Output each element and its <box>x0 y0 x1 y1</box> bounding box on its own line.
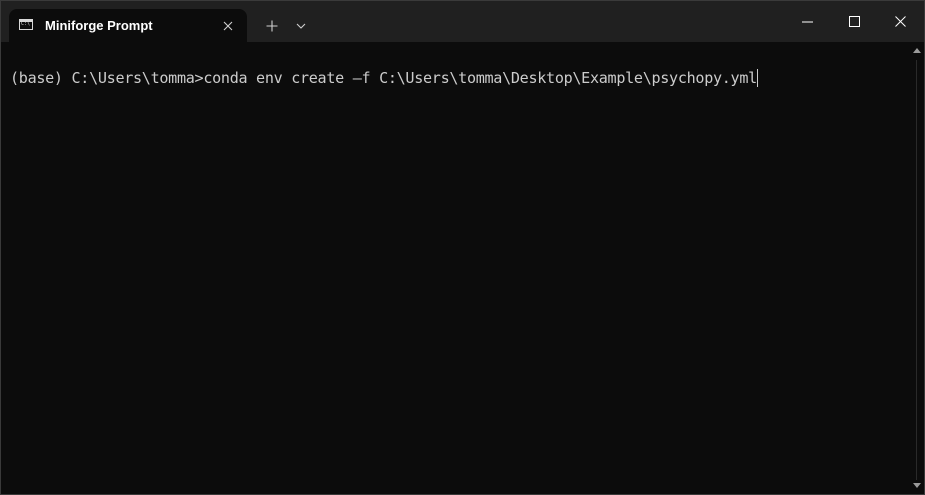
tab-title: Miniforge Prompt <box>45 18 153 33</box>
chevron-down-icon <box>296 23 306 29</box>
close-window-button[interactable] <box>877 1 924 42</box>
scroll-track[interactable] <box>916 60 917 480</box>
scroll-up-arrow-icon[interactable] <box>913 48 921 53</box>
scroll-down-arrow-icon[interactable] <box>913 483 921 488</box>
plus-icon <box>266 20 278 31</box>
close-icon <box>223 21 233 31</box>
maximize-button[interactable] <box>831 1 878 42</box>
terminal-icon <box>19 19 33 30</box>
text-cursor <box>756 69 758 87</box>
maximize-icon <box>849 16 860 27</box>
minimize-icon <box>802 21 813 22</box>
terminal-output[interactable]: (base) C:\Users\tomma>conda env create –… <box>1 42 909 494</box>
command-line: (base) C:\Users\tomma>conda env create –… <box>10 69 758 87</box>
terminal-window: Miniforge Prompt <box>0 0 925 495</box>
title-bar[interactable]: Miniforge Prompt <box>1 1 924 42</box>
minimize-button[interactable] <box>784 1 831 42</box>
tab-miniforge-prompt[interactable]: Miniforge Prompt <box>9 9 247 42</box>
prompt-text: (base) C:\Users\tomma> <box>10 69 204 87</box>
close-icon <box>895 16 906 27</box>
new-tab-button[interactable] <box>258 9 286 42</box>
tab-close-button[interactable] <box>215 13 241 39</box>
vertical-scrollbar[interactable] <box>909 42 924 494</box>
tab-dropdown-button[interactable] <box>288 9 314 42</box>
command-text: conda env create –f C:\Users\tomma\Deskt… <box>203 69 757 87</box>
